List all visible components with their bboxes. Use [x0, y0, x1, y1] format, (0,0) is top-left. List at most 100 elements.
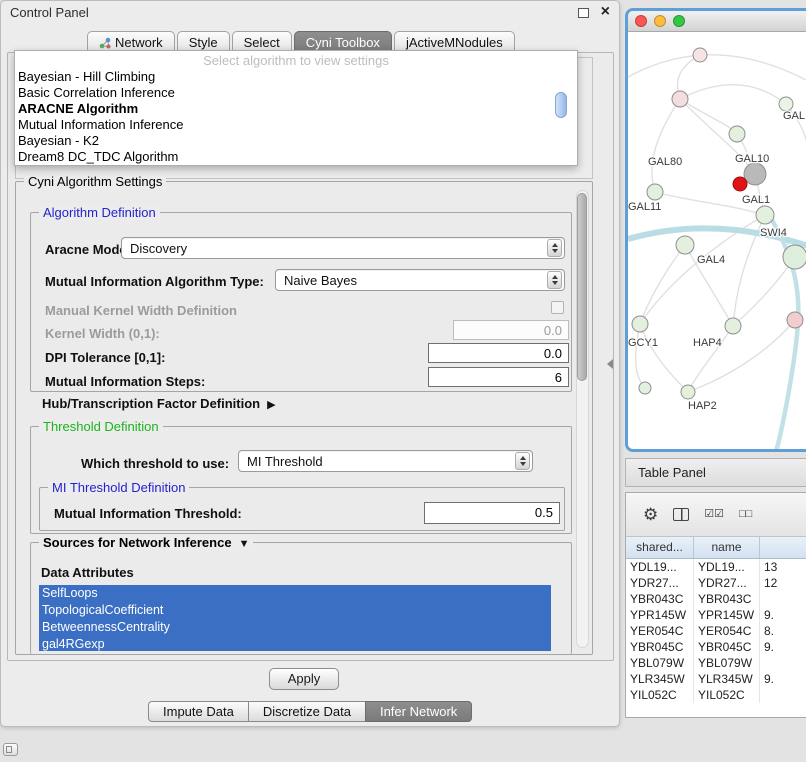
mi-type-label: Mutual Information Algorithm Type:: [45, 274, 264, 289]
column-header-3[interactable]: [760, 537, 806, 558]
table-row[interactable]: YDR27...YDR27...12: [626, 575, 806, 591]
network-node[interactable]: [779, 97, 793, 111]
dropdown-scrollbar-thumb[interactable]: [555, 92, 567, 118]
node-label-hap2: HAP2: [688, 400, 717, 412]
table-cell: YBL079W: [626, 655, 694, 671]
bottom-tab-infer-network[interactable]: Infer Network: [365, 701, 472, 722]
network-node[interactable]: [756, 206, 774, 224]
sources-title: Sources for Network Inference: [43, 535, 232, 550]
attribute-topologicalcoefficient[interactable]: TopologicalCoefficient: [39, 602, 551, 619]
network-window-titlebar[interactable]: [628, 11, 806, 32]
algorithm-option-dream8-dc-tdc-algorithm[interactable]: Dream8 DC_TDC Algorithm: [15, 149, 577, 165]
table-cell: 9.: [760, 671, 806, 687]
network-node[interactable]: [744, 163, 766, 185]
data-attributes-list: SelfLoopsTopologicalCoefficientBetweenne…: [39, 585, 551, 651]
gear-icon[interactable]: ⚙: [643, 506, 658, 523]
show-panel-icon[interactable]: [3, 743, 18, 756]
traffic-light-zoom[interactable]: [673, 15, 685, 27]
algorithm-option-aracne-algorithm[interactable]: ARACNE Algorithm: [15, 101, 577, 117]
aracne-mode-select[interactable]: Discovery: [121, 237, 565, 259]
algorithm-option-mutual-information-inference[interactable]: Mutual Information Inference: [15, 117, 577, 133]
table-row[interactable]: YPR145WYPR145W9.: [626, 607, 806, 623]
table-cell: YLR345W: [694, 671, 760, 687]
settings-group-title: Cyni Algorithm Settings: [24, 174, 166, 189]
table-row[interactable]: YBR045CYBR045C9.: [626, 639, 806, 655]
traffic-light-minimize[interactable]: [654, 15, 666, 27]
settings-scrollbar-track[interactable]: [576, 190, 589, 648]
column-header-1[interactable]: shared...: [626, 537, 694, 558]
which-threshold-value: MI Threshold: [239, 454, 515, 469]
bottom-tab-impute-data[interactable]: Impute Data: [148, 701, 249, 722]
columns-icon[interactable]: [673, 508, 689, 521]
table-cell: 8.: [760, 623, 806, 639]
network-node[interactable]: [729, 126, 745, 142]
network-node[interactable]: [681, 385, 695, 399]
network-node[interactable]: [676, 236, 694, 254]
table-cell: YBR043C: [694, 591, 760, 607]
hub-definition-toggle[interactable]: Hub/Transcription Factor Definition▶: [42, 396, 276, 411]
table-row[interactable]: YER054CYER054C8.: [626, 623, 806, 639]
table-row[interactable]: YLR345WYLR345W9.: [626, 671, 806, 687]
sources-toggle[interactable]: Sources for Network Inference▼: [39, 535, 253, 550]
table-row[interactable]: YIL052CYIL052C: [626, 687, 806, 703]
dpi-tolerance-field[interactable]: 0.0: [428, 343, 569, 363]
network-node[interactable]: [733, 177, 747, 191]
attribute-gal4rgexp[interactable]: gal4RGexp: [39, 636, 551, 651]
attribute-betweennesscentrality[interactable]: BetweennessCentrality: [39, 619, 551, 636]
manual-kernel-label: Manual Kernel Width Definition: [45, 303, 237, 318]
float-window-button[interactable]: [578, 8, 589, 18]
network-node[interactable]: [725, 318, 741, 334]
algorithm-option-bayesian-hill-climbing[interactable]: Bayesian - Hill Climbing: [15, 69, 577, 85]
stepper-icon: [515, 452, 530, 470]
table-row[interactable]: YBR043CYBR043C: [626, 591, 806, 607]
network-node[interactable]: [639, 382, 651, 394]
kernel-width-label: Kernel Width (0,1):: [45, 326, 160, 341]
select-all-icon[interactable]: ☑☑: [704, 509, 724, 520]
node-label-gcy1: GCY1: [628, 337, 658, 349]
table-row[interactable]: YBL079WYBL079W: [626, 655, 806, 671]
table-cell: [760, 687, 806, 703]
network-node[interactable]: [672, 91, 688, 107]
mi-type-value: Naive Bayes: [276, 273, 547, 288]
node-label-hap4: HAP4: [693, 337, 722, 349]
cyni-algorithm-settings-group: Cyni Algorithm Settings Algorithm Defini…: [15, 181, 593, 655]
mi-threshold-field[interactable]: 0.5: [424, 502, 560, 524]
node-label-gal10: GAL10: [735, 153, 769, 165]
network-node[interactable]: [693, 48, 707, 62]
deselect-all-icon[interactable]: □□: [739, 509, 752, 520]
table-cell: YIL052C: [694, 687, 760, 703]
attribute-selfloops[interactable]: SelfLoops: [39, 585, 551, 602]
close-panel-button[interactable]: ×: [601, 2, 610, 22]
mi-threshold-title: MI Threshold Definition: [48, 480, 189, 495]
bottom-tab-discretize-data[interactable]: Discretize Data: [248, 701, 366, 722]
network-node[interactable]: [647, 184, 663, 200]
column-header-2[interactable]: name: [694, 537, 760, 558]
settings-scrollbar-thumb[interactable]: [577, 193, 587, 381]
table-cell: YPR145W: [626, 607, 694, 623]
mi-steps-field[interactable]: 6: [428, 367, 569, 387]
threshold-definition-title: Threshold Definition: [39, 419, 163, 434]
algorithm-option-basic-correlation-inference[interactable]: Basic Correlation Inference: [15, 85, 577, 101]
network-node[interactable]: [632, 316, 648, 332]
algorithm-option-bayesian-k2[interactable]: Bayesian - K2: [15, 133, 577, 149]
splitter-collapse-handle[interactable]: [607, 359, 613, 369]
network-canvas[interactable]: GAL80GAL10GAL11GAL1SWI4GAL4GCY1HAP4HAP2G…: [628, 32, 806, 451]
which-threshold-label: Which threshold to use:: [81, 456, 229, 471]
mi-type-select[interactable]: Naive Bayes: [275, 269, 565, 291]
mi-steps-label: Mutual Information Steps:: [45, 374, 205, 389]
node-label-gal11: GAL11: [628, 201, 661, 213]
table-cell: YDL19...: [626, 559, 694, 575]
table-cell: [760, 655, 806, 671]
table-row[interactable]: YDL19...YDL19...13: [626, 559, 806, 575]
panel-title: Control Panel: [10, 5, 89, 20]
table-cell: YER054C: [694, 623, 760, 639]
algorithm-definition-group: Algorithm Definition Aracne Mode: Discov…: [30, 212, 572, 392]
which-threshold-select[interactable]: MI Threshold: [238, 450, 533, 472]
network-node[interactable]: [787, 312, 803, 328]
table-panel-header: Table Panel: [625, 458, 806, 487]
traffic-light-close[interactable]: [635, 15, 647, 27]
table-cell: YDR27...: [694, 575, 760, 591]
aracne-mode-label: Aracne Mode:: [45, 242, 131, 257]
network-node[interactable]: [783, 245, 806, 269]
apply-button[interactable]: Apply: [269, 668, 339, 690]
